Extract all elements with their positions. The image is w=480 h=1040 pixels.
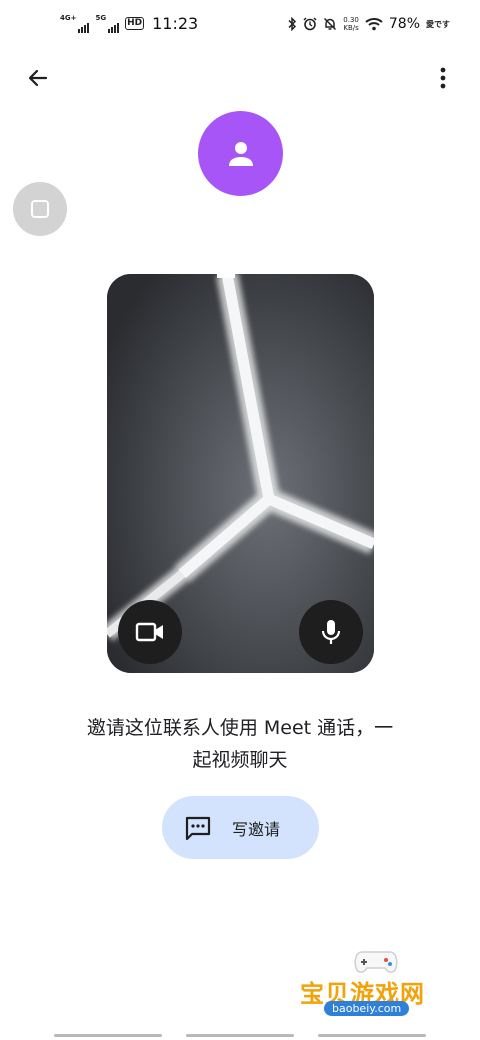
notifications-off-icon [324,17,337,31]
alarm-icon [303,17,317,31]
network-label-1: 4G+ [60,13,77,22]
contact-avatar [198,111,283,196]
network-speed: 0.30 KB/s [343,16,359,32]
watermark-url: baobeiy.com [324,1001,410,1016]
network-label-2: 5G [95,13,107,22]
videocam-icon [135,622,163,642]
camera-preview [107,274,374,673]
person-icon [228,141,253,166]
invite-line-2: 起视频聊天 [192,749,288,771]
signal-4g-icon: 4G+ [60,13,90,33]
site-watermark: 宝贝游戏网 baobeiy.com [300,944,460,1024]
speed-unit: KB/s [343,24,359,32]
speed-value: 0.30 [343,16,359,24]
nav-hint-right [318,1034,426,1037]
bluetooth-icon [288,17,297,31]
battery-percentage: 78% [388,16,420,32]
signal-5g-icon: 5G [95,13,120,33]
arrow-left-icon [28,69,48,87]
status-bar: 4G+ 5G HD 11:23 0.30 KB/s 78% 愛です [0,0,480,52]
back-button[interactable] [20,60,56,96]
camera-toggle-button[interactable] [118,600,182,664]
more-options-button[interactable] [428,62,458,94]
nav-hint-center [186,1034,294,1037]
status-time: 11:23 [152,14,199,33]
carrier-tag: 愛です [426,19,450,29]
more-vert-icon [440,67,446,89]
invite-line-1: 邀请这位联系人使用 Meet 通话，一 [86,717,394,739]
gamepad-icon [354,951,398,973]
nav-hint-left [54,1034,162,1037]
microphone-toggle-button[interactable] [299,600,363,664]
write-invite-button[interactable]: 写邀请 [162,796,319,859]
write-invite-label: 写邀请 [232,819,281,839]
message-icon [185,816,211,840]
square-icon [31,200,49,218]
mic-icon [321,620,341,644]
hd-voice-badge: HD [125,17,145,30]
floating-overlay-button[interactable] [13,182,67,236]
wifi-icon [365,18,383,31]
invite-description: 邀请这位联系人使用 Meet 通话，一 起视频聊天 [60,712,420,776]
